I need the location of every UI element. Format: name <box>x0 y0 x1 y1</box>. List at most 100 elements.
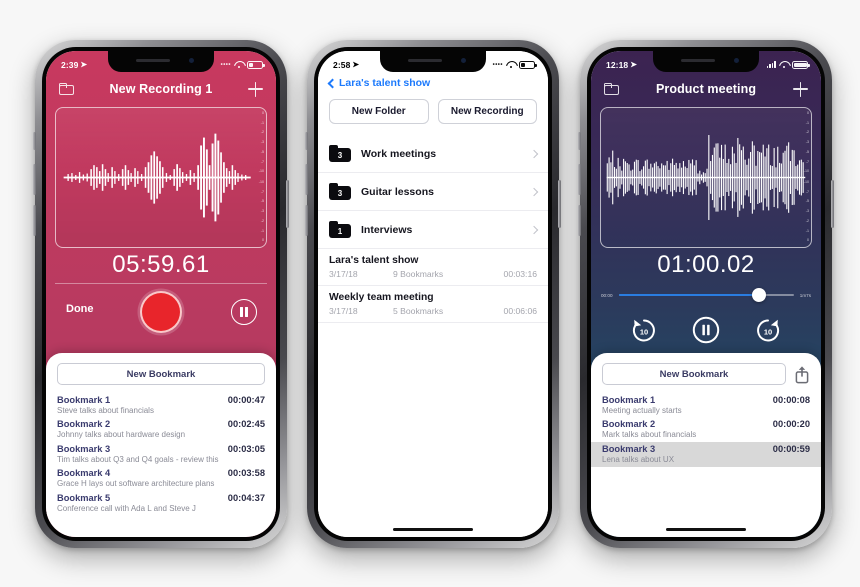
front-camera <box>734 58 739 63</box>
bookmark-row[interactable]: Bookmark 1 00:00:08 Meeting actually start… <box>602 393 810 418</box>
waveform-display: 0 -1 -2 -3 -5 -7 -10 -10 -7 -5 -3 -2 -1 … <box>600 107 812 248</box>
folder-name: Guitar lessons <box>361 185 434 198</box>
page-title: New Recording 1 <box>109 82 213 96</box>
volume-up-button[interactable] <box>33 164 36 195</box>
volume-down-button[interactable] <box>305 205 308 236</box>
volume-down-button[interactable] <box>578 205 581 236</box>
scrubber-knob[interactable] <box>751 288 766 302</box>
bookmark-note: Mark talks about financials <box>602 430 697 439</box>
bookmark-title: Bookmark 2 <box>57 419 111 429</box>
plus-icon[interactable] <box>248 81 263 97</box>
pause-button[interactable] <box>691 315 721 345</box>
folder-list[interactable]: 3 Work meetings 3 Guitar lessons 1 Interviews <box>318 135 548 249</box>
new-recording-button[interactable]: New Recording <box>437 99 537 124</box>
back-button[interactable]: Lara's talent show <box>327 77 431 89</box>
nav-bar-phone1: New Recording 1 <box>46 74 276 104</box>
new-bookmark-button[interactable]: New Bookmark <box>57 363 265 385</box>
nav-bar-phone3: Product meeting <box>591 74 821 104</box>
mute-switch[interactable] <box>33 132 36 150</box>
bookmark-header: Bookmark 3 00:03:05 <box>57 444 265 454</box>
folder-icon[interactable] <box>604 83 619 95</box>
mute-switch[interactable] <box>305 132 308 150</box>
bookmark-timestamp: 00:00:59 <box>772 443 810 454</box>
power-button[interactable] <box>558 180 561 228</box>
bookmark-sheet-phone3: New Bookmark Bookmark 1 00:00:08 Meeting a… <box>591 353 821 537</box>
folder-count: 3 <box>337 188 343 198</box>
folder-icon: 3 <box>329 145 351 162</box>
done-button[interactable]: Done <box>66 303 94 315</box>
back-label: Lara's talent show <box>339 77 431 89</box>
screen-phone1: 2:39 ➤ •••• New Recording 1 0 -1 -2 -3 -… <box>46 51 276 537</box>
bookmark-row[interactable]: Bookmark 4 00:03:58 Grace H lays out softw… <box>57 467 265 492</box>
folder-row[interactable]: 3 Guitar lessons <box>318 173 548 211</box>
share-icon[interactable] <box>794 365 810 384</box>
plus-icon[interactable] <box>793 81 808 97</box>
bookmark-row[interactable]: Bookmark 2 00:00:20 Mark talks about finan… <box>602 418 810 443</box>
front-camera <box>189 58 194 63</box>
recording-row[interactable]: Lara's talent show 3/17/18 9 Bookmarks 00:0… <box>318 249 548 286</box>
bookmark-header: Bookmark 4 00:03:58 <box>57 468 265 478</box>
earpiece-speaker <box>408 59 442 62</box>
bookmark-row[interactable]: Bookmark 1 00:00:47 Steve talks about fina… <box>57 393 265 418</box>
scrubber-fill <box>618 293 759 297</box>
signal-dots-icon: •••• <box>492 61 503 68</box>
screen-phone2: 2:58 ➤ •••• Lara's talent show New Folde… <box>318 51 548 537</box>
battery-icon <box>247 60 265 69</box>
bookmark-timestamp: 00:00:20 <box>772 419 810 429</box>
chevron-right-icon <box>529 187 539 196</box>
recording-timer: 05:59.61 <box>112 251 210 278</box>
skip-forward-10-button[interactable]: 10 <box>753 315 783 345</box>
bookmark-note: Grace H lays out software architecture p… <box>57 479 215 488</box>
bookmark-row[interactable]: Bookmark 3 00:03:05 Tim talks about Q3 and… <box>57 442 265 467</box>
folder-count: 3 <box>337 150 343 160</box>
recording-row[interactable]: Weekly team meeting 3/17/18 5 Bookmarks 00:… <box>318 286 548 323</box>
new-bookmark-button[interactable]: New Bookmark <box>602 363 786 385</box>
power-button[interactable] <box>286 180 289 228</box>
bookmark-timestamp: 00:04:37 <box>227 492 265 503</box>
bookmark-list-phone1[interactable]: Bookmark 1 00:00:47 Steve talks about fina… <box>46 393 276 516</box>
recording-meta: 3/17/18 9 Bookmarks 00:03:16 <box>329 269 537 279</box>
notch <box>380 51 486 72</box>
phone-bezel: 12:18 ➤ Product meeting 0 -1 -2 -3 -5 -7… <box>587 47 825 541</box>
recording-bookmark-count: 9 Bookmarks <box>393 269 444 279</box>
bookmark-row[interactable]: Bookmark 2 00:02:45 Johnny talks about har… <box>57 418 265 443</box>
folder-name: Interviews <box>361 223 413 236</box>
db-scale-top: 0 -1 -2 -3 -5 -7 -10 <box>258 111 264 174</box>
bookmark-header: Bookmark 2 00:00:20 <box>602 419 810 429</box>
volume-up-button[interactable] <box>578 164 581 195</box>
pause-button[interactable] <box>231 299 257 325</box>
folder-icon[interactable] <box>59 83 74 95</box>
new-folder-button[interactable]: New Folder <box>329 99 429 124</box>
home-indicator[interactable] <box>666 527 746 531</box>
divider <box>55 283 267 284</box>
bookmark-sheet-phone1: New Bookmark Bookmark 1 00:00:47 Steve tal… <box>46 353 276 537</box>
folder-row[interactable]: 3 Work meetings <box>318 135 548 173</box>
record-button[interactable] <box>140 291 182 333</box>
folder-name: Work meetings <box>361 147 437 160</box>
recorder-controls: Done <box>46 287 276 339</box>
bookmark-row[interactable]: Bookmark 3 00:00:59 Lena talks about UX <box>591 442 821 467</box>
bookmark-header: Bookmark 2 00:02:45 <box>57 419 265 429</box>
power-button[interactable] <box>831 180 834 228</box>
folder-row[interactable]: 1 Interviews <box>318 211 548 249</box>
volume-up-button[interactable] <box>305 164 308 195</box>
volume-down-button[interactable] <box>33 205 36 236</box>
status-right-group: •••• <box>221 60 265 69</box>
scrubber-track[interactable] <box>618 288 794 302</box>
front-camera <box>461 58 466 63</box>
bookmark-timestamp: 00:00:08 <box>772 394 810 405</box>
location-arrow-icon: ➤ <box>630 60 637 69</box>
recording-list[interactable]: Lara's talent show 3/17/18 9 Bookmarks 00:0… <box>318 249 548 323</box>
playback-scrubber[interactable]: 00:00 1m7s <box>601 287 811 303</box>
chevron-right-icon <box>529 225 539 234</box>
mute-switch[interactable] <box>578 132 581 150</box>
skip-back-10-button[interactable]: 10 <box>629 315 659 345</box>
bookmark-timestamp: 00:02:45 <box>227 419 265 429</box>
bookmark-row[interactable]: Bookmark 5 00:04:37 Conference call with A… <box>57 491 265 516</box>
home-indicator[interactable] <box>393 527 473 531</box>
bookmark-timestamp: 00:03:58 <box>227 468 265 478</box>
bookmark-title: Bookmark 5 <box>57 492 111 503</box>
bookmark-header: Bookmark 1 00:00:47 <box>57 395 265 405</box>
bookmark-list-phone3[interactable]: Bookmark 1 00:00:08 Meeting actually start… <box>591 393 821 467</box>
bookmark-title: Bookmark 1 <box>57 394 111 405</box>
